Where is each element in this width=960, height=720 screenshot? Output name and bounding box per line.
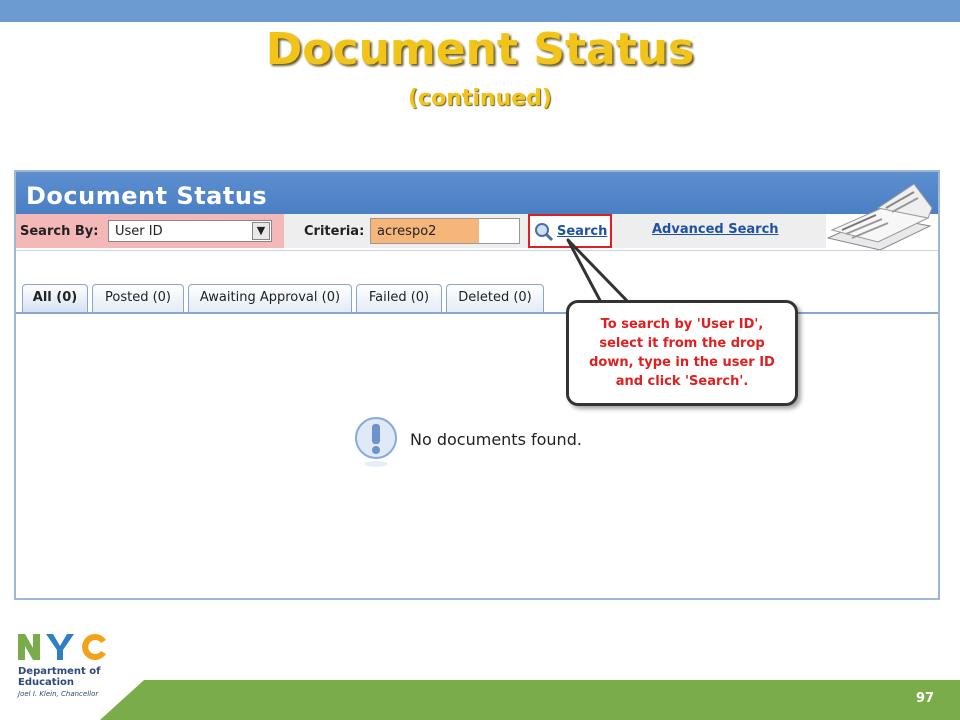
logo-chancellor: Joel I. Klein, Chancellor: [18, 690, 99, 698]
logo-department: Department of Education: [18, 666, 101, 688]
slide-title: Document Status: [265, 24, 695, 75]
tab-posted[interactable]: Posted (0): [92, 284, 184, 312]
empty-state: No documents found.: [354, 416, 614, 467]
tab-all[interactable]: All (0): [22, 284, 88, 312]
search-bar: Search By: User ID ▼ Criteria: acrespo2 …: [16, 214, 826, 248]
logo-line1: Department of: [18, 666, 101, 677]
exclamation-icon: [355, 417, 397, 467]
app-header: Document Status: [16, 172, 938, 214]
logo-line2: Education: [18, 677, 74, 688]
callout-pointer: [566, 238, 636, 308]
tab-deleted[interactable]: Deleted (0): [446, 284, 544, 312]
slide-subtitle: (continued): [408, 86, 552, 111]
document-status-window: Document Status Search By: User ID ▼ Cri…: [14, 170, 940, 600]
tab-failed[interactable]: Failed (0): [356, 284, 442, 312]
search-by-highlight: Search By: User ID ▼: [16, 214, 284, 248]
dropdown-arrow-icon[interactable]: ▼: [252, 222, 270, 240]
magnifier-icon: [535, 223, 554, 242]
top-bar: [0, 0, 960, 22]
callout-text: To search by 'User ID', select it from t…: [589, 317, 775, 389]
tab-awaiting-approval[interactable]: Awaiting Approval (0): [188, 284, 352, 312]
search-by-value: User ID: [115, 224, 163, 239]
search-by-select[interactable]: User ID ▼: [108, 220, 272, 242]
page-number: 97: [916, 691, 935, 706]
criteria-label: Criteria:: [304, 224, 365, 239]
panel-divider: [16, 250, 938, 251]
newspaper-icon: [826, 183, 933, 250]
instruction-callout: To search by 'User ID', select it from t…: [566, 300, 798, 406]
footer-bar: [100, 680, 960, 720]
empty-message: No documents found.: [410, 430, 582, 449]
criteria-value: acrespo2: [377, 224, 437, 239]
advanced-search-link[interactable]: Advanced Search: [652, 222, 779, 237]
app-title: Document Status: [26, 182, 268, 210]
criteria-input[interactable]: acrespo2: [370, 218, 520, 244]
nyc-doe-logo: Department of Education Joel I. Klein, C…: [18, 632, 138, 702]
search-by-label: Search By:: [20, 224, 99, 239]
nyc-logo-icon: [18, 634, 106, 660]
tab-underline: [16, 312, 938, 314]
